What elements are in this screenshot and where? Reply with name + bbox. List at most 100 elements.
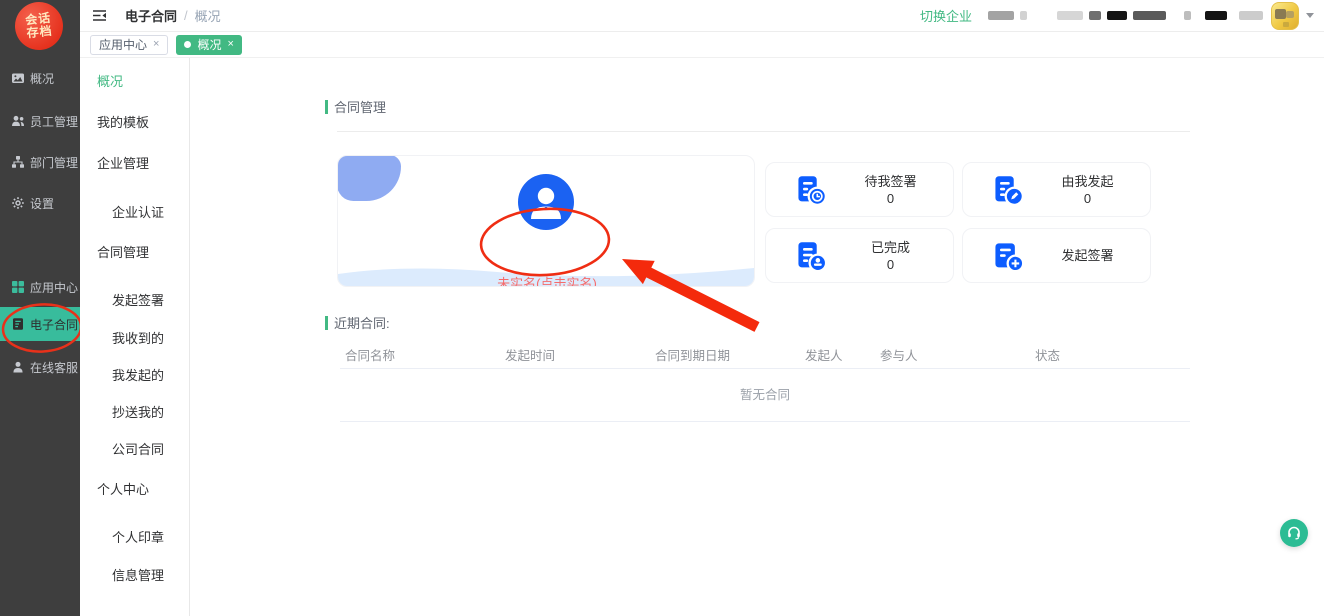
recent-contracts-table: 合同名称 发起时间 合同到期日期 发起人 参与人 状态 暂无合同	[340, 340, 1190, 422]
submenu-label: 我的模板	[97, 115, 149, 130]
app-logo: 会话 存档	[13, 0, 66, 52]
submenu-label: 企业管理	[97, 156, 149, 171]
tab-overview[interactable]: 概况 ×	[176, 35, 241, 55]
column-header: 状态	[1030, 345, 1190, 364]
stat-label: 发起签署	[1061, 247, 1113, 264]
active-tab-dot	[184, 41, 191, 48]
column-header: 发起人	[800, 345, 875, 364]
breadcrumb-separator: /	[184, 8, 188, 23]
column-header: 合同到期日期	[650, 345, 800, 364]
doc-stamp-icon	[794, 240, 828, 272]
user-avatar[interactable]	[1271, 2, 1299, 30]
submenu-item-initiate-sign[interactable]: 发起签署	[112, 282, 164, 320]
top-header: 电子合同 / 概况 切换企业	[80, 0, 1324, 32]
realname-avatar-button[interactable]	[518, 174, 574, 230]
support-agent-icon	[11, 360, 25, 374]
sidebar-item-label: 员工管理	[30, 113, 78, 130]
stat-card-pending-sign[interactable]: 待我签署 0	[765, 162, 954, 217]
submenu-item-cc-me[interactable]: 抄送我的	[112, 394, 164, 432]
title-accent-bar	[325, 100, 328, 114]
annotation-overlay	[190, 58, 1324, 616]
section-title-text: 合同管理	[334, 97, 386, 116]
column-header: 参与人	[875, 345, 1030, 364]
submenu-item-company-contracts[interactable]: 公司合同	[112, 431, 164, 469]
submenu-label: 我发起的	[112, 368, 164, 383]
submenu-label: 抄送我的	[112, 405, 164, 420]
sidebar-item-label: 设置	[30, 195, 54, 212]
stat-label: 由我发起	[1061, 173, 1113, 190]
sidebar-item-label: 部门管理	[30, 154, 78, 171]
redacted-text	[1020, 11, 1027, 20]
stat-card-completed[interactable]: 已完成 0	[765, 228, 954, 283]
doc-clock-icon	[794, 174, 828, 206]
stat-card-initiated-by-me[interactable]: 由我发起 0	[962, 162, 1151, 217]
tab-app-center[interactable]: 应用中心 ×	[90, 35, 168, 55]
logo-text-line2: 存档	[26, 25, 53, 41]
sidebar-item-settings[interactable]: 设置	[0, 186, 80, 220]
doc-edit-icon	[991, 174, 1025, 206]
submenu-label: 信息管理	[112, 568, 164, 583]
close-tab-icon[interactable]: ×	[227, 39, 233, 50]
column-header: 合同名称	[340, 345, 500, 364]
stat-value: 0	[887, 256, 894, 273]
breadcrumb: 电子合同 / 概况	[125, 6, 221, 25]
close-tab-icon[interactable]: ×	[153, 39, 159, 50]
breadcrumb-page: 概况	[195, 6, 221, 25]
submenu-item-company-auth[interactable]: 企业认证	[112, 194, 164, 232]
redacted-text	[988, 11, 1014, 20]
sidebar-item-label: 应用中心	[30, 279, 78, 296]
sidebar-item-label: 在线客服	[30, 359, 78, 376]
sidebar-item-employees[interactable]: 员工管理	[0, 104, 80, 138]
caret-down-icon[interactable]	[1306, 13, 1314, 18]
tab-label: 概况	[197, 36, 221, 53]
redacted-text	[1133, 11, 1166, 20]
submenu-item-my-templates[interactable]: 我的模板	[97, 104, 149, 142]
gear-icon	[11, 196, 25, 210]
submenu-item-personal-center[interactable]: 个人中心	[97, 471, 149, 509]
section-title-contract-management: 合同管理	[325, 97, 386, 116]
redacted-text	[1057, 11, 1083, 20]
sidebar-item-overview[interactable]: 概况	[0, 61, 80, 95]
collapse-sidebar-button[interactable]	[92, 9, 107, 22]
breadcrumb-app[interactable]: 电子合同	[125, 6, 177, 25]
submenu-item-overview[interactable]: 概况	[97, 63, 123, 101]
submenu-label: 公司合同	[112, 442, 164, 457]
user-silhouette-icon	[518, 174, 574, 230]
table-header-row: 合同名称 发起时间 合同到期日期 发起人 参与人 状态	[340, 340, 1190, 369]
title-accent-bar	[325, 316, 328, 330]
submenu-item-contract-management[interactable]: 合同管理	[97, 234, 149, 272]
doc-plus-icon	[991, 240, 1025, 272]
realname-status-link[interactable]: 未实名(点击实名)	[338, 273, 755, 287]
fold-menu-icon	[92, 9, 107, 22]
floating-support-button[interactable]	[1280, 519, 1308, 547]
main-content: 合同管理 未实名(点击实名)	[190, 58, 1324, 616]
sidebar-item-e-contract[interactable]: 电子合同	[0, 307, 80, 341]
section-title-text: 近期合同:	[334, 313, 390, 332]
sidebar-item-online-support[interactable]: 在线客服	[0, 350, 80, 384]
submenu-item-received[interactable]: 我收到的	[112, 320, 164, 358]
org-chart-icon	[11, 155, 25, 169]
submenu-item-company-management[interactable]: 企业管理	[97, 145, 149, 183]
sidebar-item-app-center[interactable]: 应用中心	[0, 270, 80, 304]
decorative-blob	[337, 155, 401, 201]
switch-company-link[interactable]: 切换企业	[920, 6, 972, 25]
redacted-text	[1089, 11, 1101, 20]
stat-card-initiate-sign[interactable]: 发起签署	[962, 228, 1151, 283]
open-tabs-bar: 应用中心 × 概况 ×	[80, 32, 1324, 58]
stat-value: 0	[887, 190, 894, 207]
realname-profile-card: 未实名(点击实名)	[337, 155, 755, 287]
sidebar-item-departments[interactable]: 部门管理	[0, 145, 80, 179]
submenu-item-info-management[interactable]: 信息管理	[112, 557, 164, 595]
tab-label: 应用中心	[99, 36, 147, 53]
apps-grid-icon	[11, 280, 25, 294]
headset-icon	[1286, 525, 1302, 541]
submenu-label: 个人印章	[112, 530, 164, 545]
submenu-item-initiated-by-me[interactable]: 我发起的	[112, 357, 164, 395]
sidebar-item-label: 电子合同	[30, 316, 78, 333]
sidebar-item-label: 概况	[30, 70, 54, 87]
submenu-label: 发起签署	[112, 293, 164, 308]
stat-label: 待我签署	[864, 173, 916, 190]
divider	[337, 131, 1190, 132]
submenu-item-personal-seal[interactable]: 个人印章	[112, 519, 164, 557]
stat-label: 已完成	[871, 239, 910, 256]
